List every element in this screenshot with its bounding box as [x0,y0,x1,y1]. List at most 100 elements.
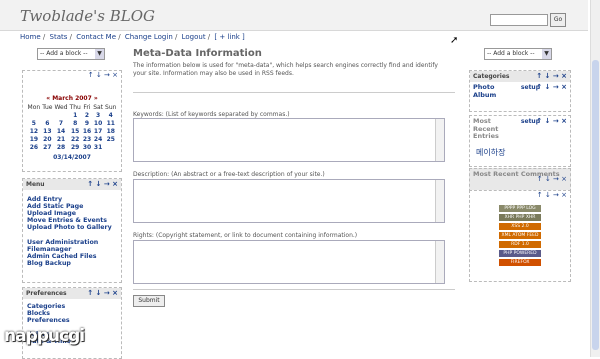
calendar-day[interactable]: 23 [82,136,92,144]
chevron-down-icon: ▼ [95,49,104,59]
calendar-day[interactable]: 22 [69,136,82,144]
scrollbar-thumb[interactable] [592,60,599,350]
menu-admin-cached-files[interactable]: Admin Cached Files [23,253,121,260]
day-header: Sun [105,104,117,111]
badge-rss[interactable]: XSS 2.0 [499,223,541,230]
calendar-day[interactable]: 11 [104,120,117,128]
keywords-textarea[interactable] [133,118,445,162]
textarea-scrollbar[interactable] [435,119,444,161]
next-month-link[interactable]: » [94,95,98,102]
recent-entry-link[interactable]: 메이하장 [470,143,570,162]
calendar-day[interactable]: 25 [104,136,117,144]
pref-categories[interactable]: Categories [23,303,121,310]
recent-entries-title: Most Recent Entries [473,117,499,140]
calendar-day[interactable]: 19 [27,136,42,144]
page-scrollbar[interactable] [590,0,600,357]
calendar-day[interactable]: 10 [92,120,104,128]
calendar-panel: ↑ ↓ → × « March 2007 » Mon Tue Wed Thu F… [22,70,122,172]
calendar-day[interactable]: 29 [69,144,82,152]
block-controls[interactable]: ↑ ↓ → × [87,288,118,299]
nav-contact[interactable]: Contact Me [76,33,116,41]
badge-rdf[interactable]: RDF 1.0 [499,241,541,248]
menu-user-admin[interactable]: User Administration [23,239,121,246]
menu-add-entry[interactable]: Add Entry [23,196,121,203]
add-block-select-right[interactable]: -- Add a block -- ▼ [484,48,552,60]
menu-upload-photo[interactable]: Upload Photo to Gallery [23,224,121,231]
calendar-day[interactable]: 5 [27,120,42,128]
calendar-day[interactable]: 31 [92,144,104,152]
calendar-day[interactable]: 7 [53,120,68,128]
description-textarea[interactable] [133,179,445,223]
recent-entries-header: Most Recent Entries setup ↑ ↓ → × [470,116,570,143]
badge-atom-feed[interactable]: XML ATOM FEED [499,232,541,239]
calendar-day[interactable]: 26 [27,144,42,152]
nav-change-login[interactable]: Change Login [125,33,173,41]
calendar-day[interactable]: 15 [69,128,82,136]
textarea-scrollbar[interactable] [435,180,444,222]
calendar-day[interactable]: 21 [53,136,68,144]
keywords-label: Keywords: (List of keywords separated by… [133,111,290,118]
nav-logout[interactable]: Logout [182,33,206,41]
calendar-month-label: March 2007 [52,95,92,102]
block-controls[interactable]: ↑ ↓ → × [537,175,567,183]
calendar-day[interactable]: 14 [53,128,68,136]
calendar-day[interactable]: 1 [69,112,82,120]
textarea-scrollbar[interactable] [435,241,444,283]
calendar-day[interactable]: 20 [41,136,53,144]
calendar-day[interactable]: 6 [41,120,53,128]
calendar-day[interactable]: 3 [92,112,104,120]
block-controls[interactable]: ↑ ↓ → × [536,117,567,126]
nav-separator: / [69,33,72,41]
menu-upload-image[interactable]: Upload Image [23,210,121,217]
calendar-day[interactable]: 16 [82,128,92,136]
submit-button[interactable]: Submit [133,295,165,307]
search-input[interactable] [490,14,548,26]
calendar-day[interactable]: 2 [82,112,92,120]
calendar-day[interactable]: 24 [92,136,104,144]
pref-preferences[interactable]: Preferences [23,317,121,324]
nav-stats[interactable]: Stats [50,33,68,41]
badges-panel: ↑ ↓ → × PPPP PPP LOG XHR PHP XHR XSS 2.0… [469,190,571,282]
menu-add-static-page[interactable]: Add Static Page [23,203,121,210]
block-controls[interactable]: ↑ ↓ → × [88,71,118,79]
menu-move-entries[interactable]: Move Entries & Events [23,217,121,224]
prev-month-link[interactable]: « [46,95,50,102]
nav-home[interactable]: Home [20,33,41,41]
day-header: Wed [54,104,68,111]
go-button[interactable]: Go [550,13,566,27]
calendar-day[interactable]: 18 [104,128,117,136]
nav-separator: / [118,33,121,41]
nav-separator: / [207,33,211,41]
add-block-select-left[interactable]: -- Add a block -- ▼ [37,48,105,60]
photo-album-link[interactable]: Photo Album [473,83,509,99]
nav-separator: / [175,33,178,41]
calendar-day[interactable]: 9 [82,120,92,128]
block-controls[interactable]: ↑ ↓ → × [536,83,567,92]
calendar-today[interactable]: 03/14/2007 [23,154,121,161]
calendar-grid: Mon Tue Wed Thu Fri Sat Sun 1 2 3 4 5 6 … [27,104,118,152]
calendar-day[interactable]: 13 [41,128,53,136]
nav-add-link[interactable]: [ + link ] [214,33,244,41]
rights-textarea[interactable] [133,240,445,284]
blog-title[interactable]: Twoblade's BLOG [20,7,155,25]
calendar-day[interactable]: 4 [104,112,117,120]
menu-blog-backup[interactable]: Blog Backup [23,260,121,267]
calendar-day[interactable]: 12 [27,128,42,136]
calendar-day[interactable]: 28 [53,144,68,152]
badge-firefox[interactable]: FIREFOX [499,259,541,266]
calendar-day[interactable]: 17 [92,128,104,136]
block-controls[interactable]: ↑ ↓ → × [537,191,567,199]
pref-blocks[interactable]: Blocks [23,310,121,317]
menu-filemanager[interactable]: Filemanager [23,246,121,253]
calendar-day[interactable]: 8 [69,120,82,128]
block-controls[interactable]: ↑ ↓ → × [87,179,118,190]
photo-album-block: Photo Album setup ↑ ↓ → × [470,82,570,101]
badge-ppp-log[interactable]: PPPP PPP LOG [499,205,541,212]
badge-xhr-php[interactable]: XHR PHP XHR [499,214,541,221]
block-controls[interactable]: ↑ ↓ → × [536,71,567,82]
menu-panel-title: Menu [26,181,45,188]
categories-panel-title: Categories [473,73,510,80]
calendar-day[interactable]: 30 [82,144,92,152]
calendar-day[interactable]: 27 [41,144,53,152]
badge-php-powered[interactable]: PHP POWERED [499,250,541,257]
